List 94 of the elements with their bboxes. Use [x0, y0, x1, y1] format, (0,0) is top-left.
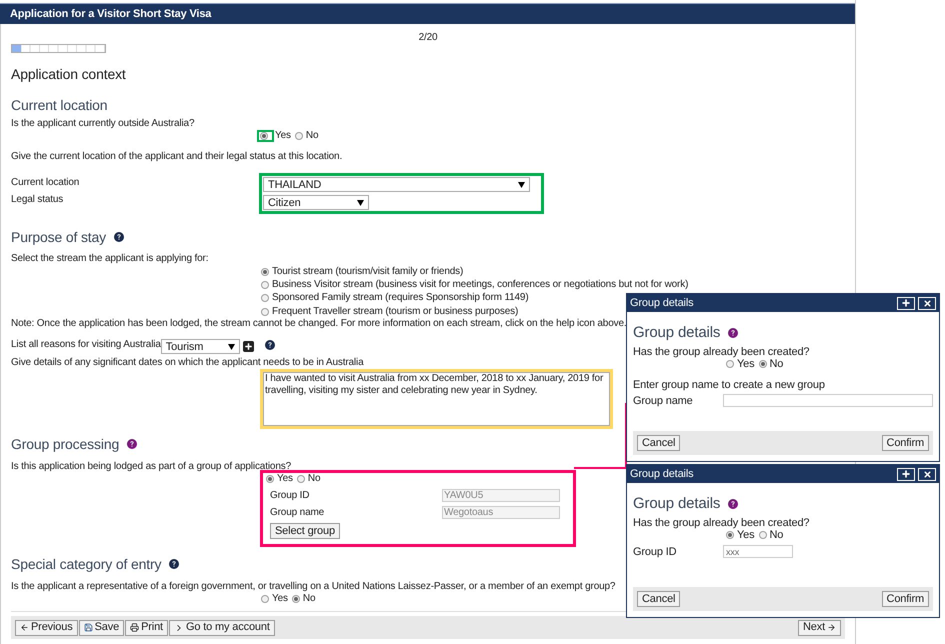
field-label: Group ID	[270, 490, 310, 502]
form-text: Enter group name to create a new group	[633, 379, 825, 391]
radio-button[interactable]	[261, 280, 269, 289]
cancel-button[interactable]: Cancel	[637, 435, 680, 451]
field-label: Group ID	[633, 546, 678, 558]
reasons-dropdown[interactable]: Tourism	[160, 339, 240, 354]
form-text: Is the applicant a representative of a foreign government, or travelling on a United Nations Laissez-Passer, or a member of an exempt group?	[11, 581, 616, 594]
dropdown-arrow-icon	[357, 200, 364, 206]
radio-button[interactable]	[294, 132, 303, 140]
next-button[interactable]: Next	[798, 620, 841, 636]
text-field[interactable]	[722, 394, 933, 407]
page-heading: Application context	[11, 68, 127, 80]
help-icon[interactable]	[728, 499, 738, 509]
radio-label: Frequent Traveller stream (tourism or business purposes)	[272, 306, 518, 318]
radio-label: Tourist stream (tourism/visit family or friends)	[272, 266, 464, 278]
close-button[interactable]	[918, 468, 936, 480]
dropdown-arrow-icon	[518, 182, 525, 188]
section-title: Group processing	[11, 438, 120, 450]
page-counter: 2/20	[418, 32, 438, 43]
radio-label: Yes	[277, 473, 293, 486]
radio-button[interactable]	[296, 475, 305, 484]
form-text: Give details of any significant dates on which the applicant needs to be in Australia	[11, 357, 364, 370]
location-dropdown[interactable]: THAILAND	[263, 177, 530, 192]
radio-label: Yes	[272, 593, 288, 606]
add-button[interactable]	[897, 296, 915, 310]
close-icon	[922, 470, 932, 478]
radio-button[interactable]	[292, 595, 300, 604]
form-text: Is the applicant currently outside Australia?	[11, 118, 194, 130]
dates-text-area[interactable]: I have wanted to visit Australia from xx December, 2018 to xx January, 2019 for travelling, visiting my sister and celebrating new year in Sydney.	[263, 372, 610, 426]
header-title: Application for a Visitor Short Stay Visa	[10, 8, 212, 20]
arrow-right-icon	[827, 623, 836, 632]
radio-label: No	[306, 130, 318, 142]
confirm-button[interactable]: Confirm	[882, 435, 929, 451]
account-button[interactable]: Go to my account	[168, 620, 275, 636]
radio-button[interactable]	[726, 360, 734, 368]
help-icon[interactable]	[169, 559, 180, 570]
radio-button[interactable]	[261, 595, 269, 604]
radio-label: Yes	[275, 130, 291, 142]
section-title: Current location	[11, 99, 108, 111]
form-text: List all reasons for visiting Australia	[11, 339, 161, 352]
radio-label: No	[308, 473, 320, 486]
radio-button[interactable]	[260, 132, 268, 140]
cancel-button[interactable]: Cancel	[637, 591, 680, 607]
close-icon	[922, 298, 932, 308]
help-icon[interactable]	[127, 439, 138, 450]
radio-button[interactable]	[261, 308, 269, 316]
radio-button[interactable]	[261, 294, 269, 302]
form-text: Note: Once the application has been lodged, the stream cannot be changed. For more information on each stream, click on the help icon above.	[11, 318, 626, 330]
field-label: Group name	[270, 506, 326, 519]
radio-button[interactable]	[758, 531, 766, 539]
plus-icon	[901, 469, 911, 479]
form-text: Is this application being lodged as part of a group of applications?	[11, 461, 291, 474]
radio-label: Sponsored Family stream (requires Sponsorship form 1149)	[272, 292, 529, 304]
status-dropdown[interactable]: Citizen	[263, 195, 369, 210]
radio-label: Yes	[737, 358, 754, 370]
save-icon	[84, 623, 93, 632]
radio-label: Yes	[737, 529, 754, 541]
form-text: Give the current location of the applicant and their legal status at this location.	[11, 151, 342, 163]
dialog-title: Group details	[630, 297, 694, 309]
radio-button[interactable]	[266, 475, 274, 484]
add-button[interactable]	[242, 341, 254, 352]
form-text: Current location	[11, 177, 80, 189]
form-text: Has the group already been created?	[633, 517, 810, 529]
form-text: Legal status	[11, 194, 64, 206]
form-text: Select the stream the applicant is applying for:	[11, 253, 208, 265]
printer-icon	[130, 623, 140, 632]
plus-icon	[901, 298, 911, 308]
add-button[interactable]	[897, 468, 915, 480]
help-icon[interactable]	[114, 232, 124, 242]
select-group-button[interactable]: Select group	[270, 523, 340, 540]
text-field[interactable]: xxx	[723, 545, 793, 558]
radio-button[interactable]	[758, 360, 766, 368]
dialog-heading: Group details	[633, 498, 720, 510]
radio-label: No	[302, 593, 316, 606]
section-title: Purpose of stay	[11, 231, 106, 243]
help-icon[interactable]	[264, 340, 275, 350]
save-button[interactable]: Save	[78, 620, 124, 636]
radio-label: No	[770, 358, 784, 370]
previous-button[interactable]: Previous	[15, 620, 78, 636]
radio-label: No	[770, 529, 784, 541]
dialog-heading: Group details	[633, 327, 720, 339]
arrow-left-icon	[20, 623, 29, 632]
help-icon[interactable]	[728, 328, 738, 338]
dialog-title: Group details	[630, 468, 694, 480]
print-button[interactable]: Print	[125, 620, 168, 636]
field-label: Group name	[633, 394, 694, 406]
form-text: Has the group already been created?	[633, 346, 810, 358]
radio-button[interactable]	[261, 268, 269, 276]
radio-button[interactable]	[726, 531, 734, 539]
section-title: Special category of entry	[11, 558, 162, 570]
dropdown-arrow-icon	[228, 344, 235, 350]
close-button[interactable]	[918, 296, 936, 310]
radio-label: Business Visitor stream (business visit for meetings, conferences or negotiations but not for work)	[272, 278, 688, 291]
confirm-button[interactable]: Confirm	[882, 591, 929, 607]
